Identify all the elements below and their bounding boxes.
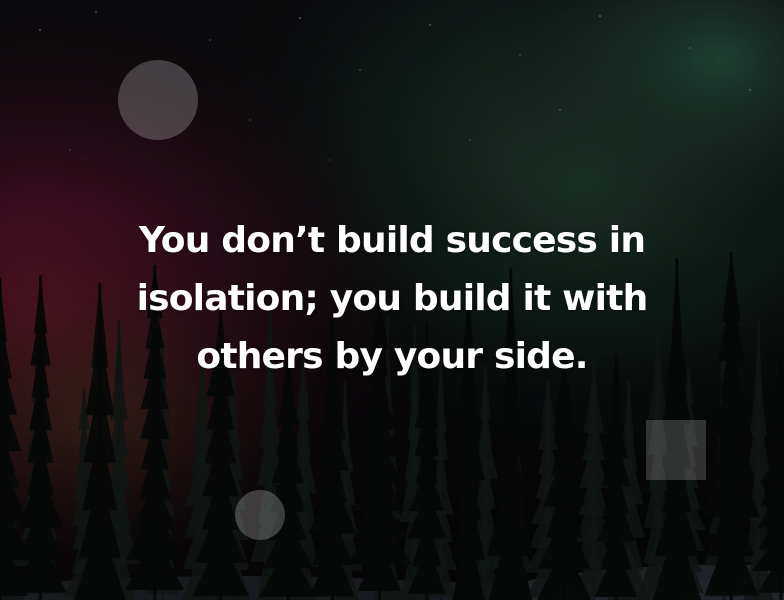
decorative-circle-large [118, 60, 198, 140]
quote-text: You don’t build success in isolation; yo… [136, 220, 649, 377]
decorative-square [646, 420, 706, 480]
decorative-circle-small [235, 490, 285, 540]
background-scene: You don’t build success in isolation; yo… [0, 0, 784, 600]
